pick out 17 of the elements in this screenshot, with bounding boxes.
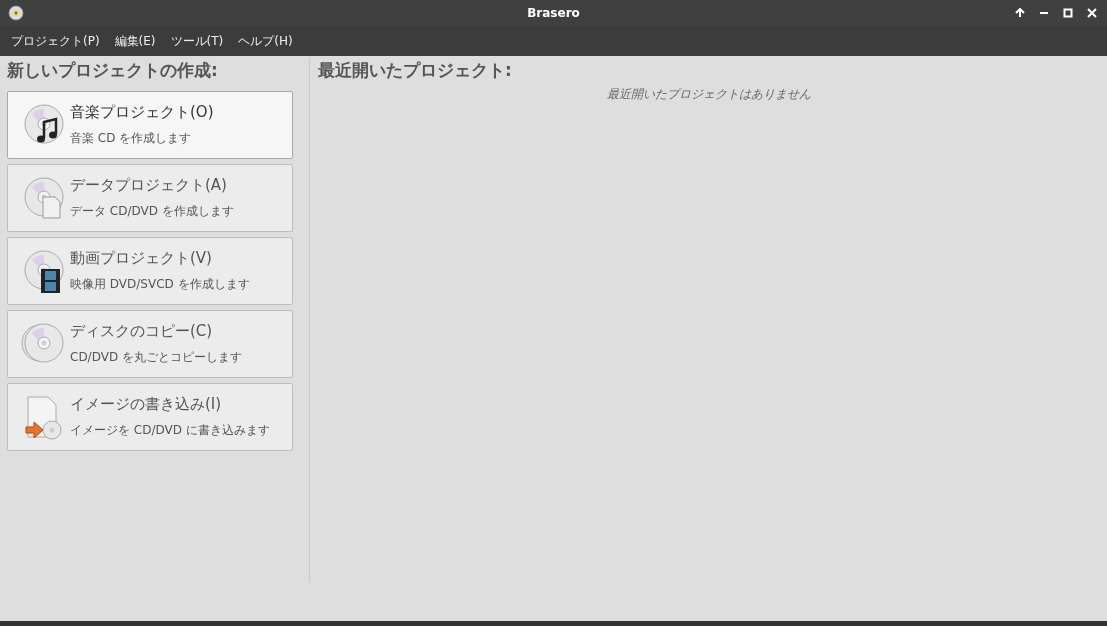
project-button[interactable]: 動画プロジェクト(V) 映像用 DVD/SVCD を作成します	[7, 237, 293, 305]
disc-icon	[8, 5, 24, 21]
menu-item[interactable]: ツール(T)	[163, 32, 232, 50]
project-button[interactable]: イメージの書き込み(I) イメージを CD/DVD に書き込みます	[7, 383, 293, 451]
window-title: Brasero	[527, 6, 580, 20]
menu-item[interactable]: 編集(E)	[107, 32, 164, 50]
empty-message: 最近開いたプロジェクトはありません	[605, 86, 812, 103]
project-button[interactable]: データプロジェクト(A) データ CD/DVD を作成します	[7, 164, 293, 232]
menu-item[interactable]: プロジェクト(P)	[4, 32, 108, 50]
project-button[interactable]: ディスクのコピー(C) CD/DVD を丸ごとコピーします	[7, 310, 293, 378]
arrow-up-icon[interactable]	[1015, 8, 1025, 18]
close-icon[interactable]	[1087, 8, 1097, 18]
project-button[interactable]: 音楽プロジェクト(O) 音楽 CD を作成します	[7, 91, 293, 159]
maximize-icon[interactable]	[1063, 8, 1073, 18]
section-heading: 新しいプロジェクトの作成:	[7, 59, 219, 82]
section-heading: 最近開いたプロジェクト:	[318, 59, 513, 82]
menu-item[interactable]: ヘルプ(H)	[231, 32, 301, 50]
